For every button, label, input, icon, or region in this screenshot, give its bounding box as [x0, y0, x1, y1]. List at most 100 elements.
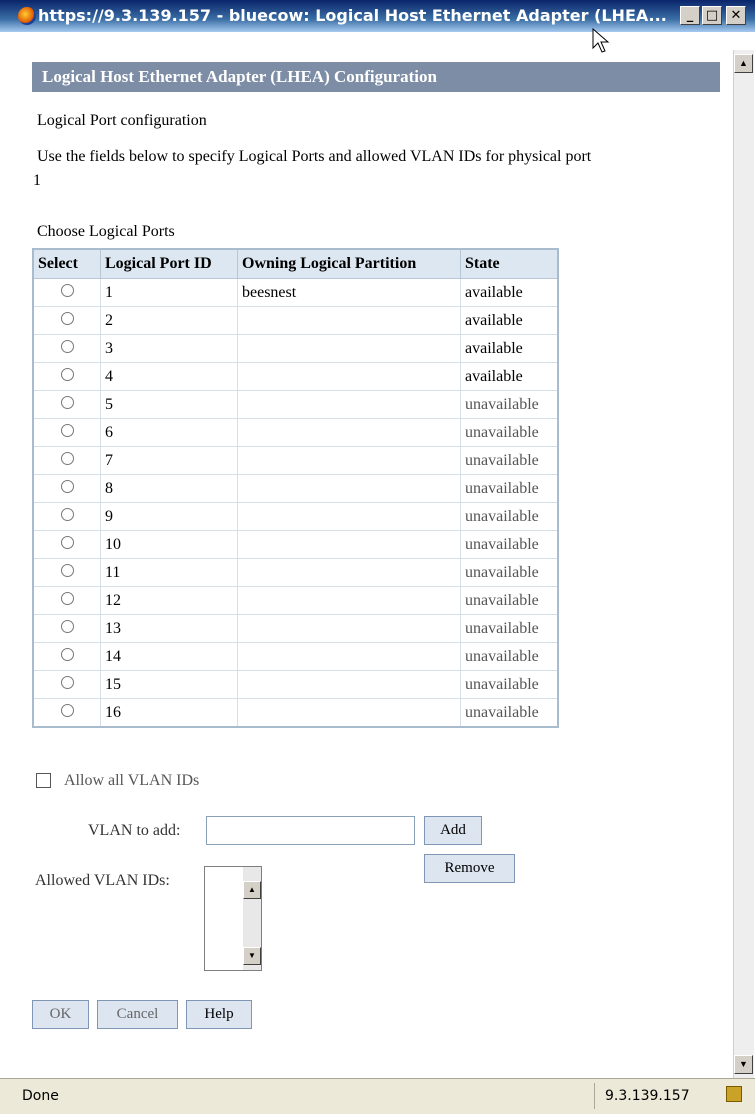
state-cell: unavailable — [460, 390, 559, 419]
maximize-button[interactable]: □ — [702, 6, 722, 25]
select-radio[interactable] — [60, 591, 74, 605]
partition-cell — [237, 334, 461, 363]
select-radio[interactable] — [60, 619, 74, 633]
row-select-cell[interactable] — [32, 418, 101, 447]
select-radio[interactable] — [60, 423, 74, 437]
vlan-to-add-label: VLAN to add: — [88, 822, 181, 839]
table-row[interactable]: 15 unavailable — [32, 670, 559, 699]
listbox-scrollbar[interactable]: ▲ ▼ — [243, 867, 261, 970]
row-select-cell[interactable] — [32, 446, 101, 475]
state-cell: available — [460, 306, 559, 335]
port-id-cell: 7 — [100, 446, 238, 475]
cancel-button[interactable]: Cancel — [97, 1000, 178, 1029]
minimize-button[interactable]: _ — [680, 6, 700, 25]
window-title: https://9.3.139.157 - bluecow: Logical H… — [38, 6, 667, 25]
select-radio[interactable] — [60, 283, 74, 297]
select-radio[interactable] — [60, 675, 74, 689]
page-scrollbar[interactable]: ▲ ▼ — [733, 50, 754, 1078]
row-select-cell[interactable] — [32, 278, 101, 307]
table-row[interactable]: 12 unavailable — [32, 586, 559, 615]
row-select-cell[interactable] — [32, 586, 101, 615]
status-separator — [594, 1083, 595, 1109]
row-select-cell[interactable] — [32, 614, 101, 643]
row-select-cell[interactable] — [32, 474, 101, 503]
row-select-cell[interactable] — [32, 558, 101, 587]
column-header-port-id[interactable]: Logical Port ID — [100, 248, 238, 279]
select-radio[interactable] — [60, 563, 74, 577]
row-select-cell[interactable] — [32, 642, 101, 671]
table-row[interactable]: 9 unavailable — [32, 502, 559, 531]
scroll-up-icon[interactable]: ▲ — [734, 54, 753, 73]
port-id-cell: 12 — [100, 586, 238, 615]
port-id-cell: 2 — [100, 306, 238, 335]
row-select-cell[interactable] — [32, 306, 101, 335]
help-button[interactable]: Help — [186, 1000, 252, 1029]
table-row[interactable]: 8 unavailable — [32, 474, 559, 503]
table-row[interactable]: 7 unavailable — [32, 446, 559, 475]
table-header-row: Select Logical Port ID Owning Logical Pa… — [32, 248, 559, 279]
table-row[interactable]: 13 unavailable — [32, 614, 559, 643]
allow-all-vlan-checkbox[interactable] — [36, 773, 51, 788]
partition-cell — [237, 446, 461, 475]
table-row[interactable]: 2 available — [32, 306, 559, 335]
table-row[interactable]: 16 unavailable — [32, 698, 559, 728]
select-radio[interactable] — [60, 367, 74, 381]
table-row[interactable]: 14 unavailable — [32, 642, 559, 671]
column-header-partition[interactable]: Owning Logical Partition — [237, 248, 461, 279]
port-id-cell: 13 — [100, 614, 238, 643]
table-row[interactable]: 10 unavailable — [32, 530, 559, 559]
listbox-scroll-down-icon[interactable]: ▼ — [243, 947, 261, 965]
port-id-cell: 6 — [100, 418, 238, 447]
remove-button[interactable]: Remove — [424, 854, 515, 883]
state-cell: available — [460, 362, 559, 391]
partition-cell — [237, 698, 461, 728]
select-radio[interactable] — [60, 339, 74, 353]
state-cell: unavailable — [460, 642, 559, 671]
mouse-cursor-icon — [592, 28, 610, 53]
column-header-select[interactable]: Select — [32, 248, 101, 279]
partition-cell — [237, 390, 461, 419]
section-subtitle: Logical Port configuration — [37, 112, 207, 129]
scroll-down-icon[interactable]: ▼ — [734, 1055, 753, 1074]
column-header-state[interactable]: State — [460, 248, 559, 279]
row-select-cell[interactable] — [32, 390, 101, 419]
table-row[interactable]: 11 unavailable — [32, 558, 559, 587]
select-radio[interactable] — [60, 703, 74, 717]
instructions-text: Use the fields below to specify Logical … — [37, 148, 592, 165]
state-cell: unavailable — [460, 474, 559, 503]
table-row[interactable]: 6 unavailable — [32, 418, 559, 447]
vlan-to-add-input[interactable] — [206, 816, 415, 845]
select-radio[interactable] — [60, 451, 74, 465]
listbox-scroll-up-icon[interactable]: ▲ — [243, 881, 261, 899]
select-radio[interactable] — [60, 507, 74, 521]
add-button[interactable]: Add — [424, 816, 482, 845]
state-cell: unavailable — [460, 418, 559, 447]
table-row[interactable]: 5 unavailable — [32, 390, 559, 419]
partition-cell — [237, 586, 461, 615]
table-row[interactable]: 1 beesnest available — [32, 278, 559, 307]
row-select-cell[interactable] — [32, 698, 101, 728]
table-row[interactable]: 4 available — [32, 362, 559, 391]
select-radio[interactable] — [60, 311, 74, 325]
ok-button[interactable]: OK — [32, 1000, 89, 1029]
table-row[interactable]: 3 available — [32, 334, 559, 363]
state-cell: available — [460, 278, 559, 307]
select-radio[interactable] — [60, 647, 74, 661]
row-select-cell[interactable] — [32, 670, 101, 699]
row-select-cell[interactable] — [32, 502, 101, 531]
select-radio[interactable] — [60, 535, 74, 549]
select-radio[interactable] — [60, 479, 74, 493]
port-id-cell: 14 — [100, 642, 238, 671]
row-select-cell[interactable] — [32, 530, 101, 559]
close-button[interactable]: ✕ — [726, 6, 746, 25]
port-id-cell: 9 — [100, 502, 238, 531]
partition-cell — [237, 558, 461, 587]
instructions-text-port: 1 — [33, 172, 41, 189]
partition-cell: beesnest — [237, 278, 461, 307]
row-select-cell[interactable] — [32, 362, 101, 391]
allowed-vlan-label: Allowed VLAN IDs: — [35, 872, 170, 889]
select-radio[interactable] — [60, 395, 74, 409]
allowed-vlan-listbox[interactable]: ▲ ▼ — [204, 866, 262, 971]
page-header: Logical Host Ethernet Adapter (LHEA) Con… — [32, 62, 720, 92]
row-select-cell[interactable] — [32, 334, 101, 363]
